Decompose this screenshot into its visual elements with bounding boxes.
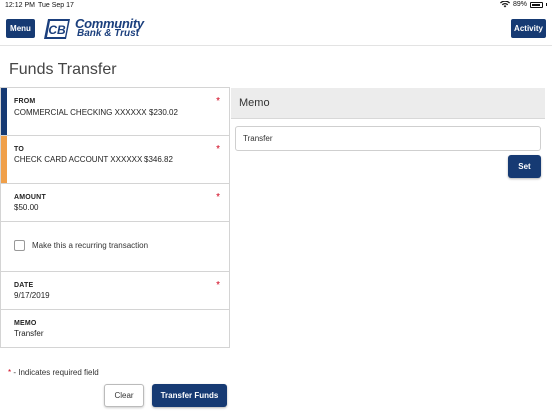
- page-title: Funds Transfer: [9, 61, 117, 78]
- to-required-marker: *: [216, 144, 220, 155]
- logo-line-2: Bank & Trust: [77, 28, 140, 39]
- logo-text: Community Bank & Trust: [75, 17, 144, 39]
- battery-icon: [530, 1, 543, 8]
- amount-required-marker: *: [216, 192, 220, 203]
- memo-input[interactable]: Transfer: [235, 126, 541, 151]
- to-account: CHECK CARD ACCOUNT XXXXXX: [14, 155, 143, 164]
- required-note-text: - Indicates required field: [11, 368, 99, 377]
- status-date: Tue Sep 17: [38, 2, 74, 9]
- battery-fill: [532, 3, 540, 6]
- to-label: TO: [14, 146, 24, 153]
- from-stripe: [1, 88, 7, 135]
- recurring-checkbox[interactable]: [14, 240, 25, 251]
- logo-mark-icon: CB: [44, 19, 70, 39]
- date-value: 9/17/2019: [14, 291, 50, 300]
- status-right: 89%: [499, 1, 547, 8]
- app-header: Menu CB Community Bank & Trust Activity: [0, 12, 552, 46]
- memo-label: MEMO: [14, 320, 37, 327]
- amount-row[interactable]: AMOUNT $50.00 *: [0, 184, 230, 222]
- amount-label: AMOUNT: [14, 194, 46, 201]
- activity-button[interactable]: Activity: [511, 19, 546, 38]
- amount-value: $50.00: [14, 203, 39, 212]
- to-stripe: [1, 136, 7, 183]
- battery-cap: [546, 3, 547, 6]
- memo-input-value: Transfer: [243, 134, 273, 143]
- set-button[interactable]: Set: [508, 155, 541, 178]
- from-account: COMMERCIAL CHECKING XXXXXX: [14, 108, 147, 117]
- status-time: 12:12 PM: [5, 2, 35, 9]
- date-row[interactable]: DATE 9/17/2019 *: [0, 272, 230, 310]
- from-required-marker: *: [216, 96, 220, 107]
- recurring-label: Make this a recurring transaction: [32, 241, 149, 250]
- date-required-marker: *: [216, 280, 220, 291]
- status-bar: 12:12 PM Tue Sep 17 89%: [0, 0, 552, 12]
- memo-row[interactable]: MEMO Transfer: [0, 310, 230, 348]
- transfer-form: FROM COMMERCIAL CHECKING XXXXXX $230.02 …: [0, 87, 230, 348]
- date-label: DATE: [14, 282, 34, 289]
- recurring-row[interactable]: Make this a recurring transaction: [0, 222, 230, 272]
- to-account-row[interactable]: TO CHECK CARD ACCOUNT XXXXXX $346.82 *: [0, 136, 230, 184]
- memo-value: Transfer: [14, 329, 44, 338]
- required-field-note: * - Indicates required field: [8, 368, 99, 377]
- from-balance: $230.02: [149, 108, 178, 117]
- bank-logo: CB Community Bank & Trust: [44, 16, 144, 42]
- clear-button[interactable]: Clear: [104, 384, 144, 407]
- to-balance: $346.82: [144, 155, 173, 164]
- memo-panel-title: Memo: [239, 97, 270, 109]
- from-label: FROM: [14, 98, 36, 105]
- wifi-icon: [499, 1, 510, 8]
- memo-panel-header: Memo: [231, 88, 545, 119]
- from-account-row[interactable]: FROM COMMERCIAL CHECKING XXXXXX $230.02 …: [0, 87, 230, 136]
- logo-mark-text: CB: [48, 23, 66, 37]
- menu-button[interactable]: Menu: [6, 19, 35, 38]
- battery-percent: 89%: [512, 1, 527, 8]
- transfer-funds-button[interactable]: Transfer Funds: [152, 384, 227, 407]
